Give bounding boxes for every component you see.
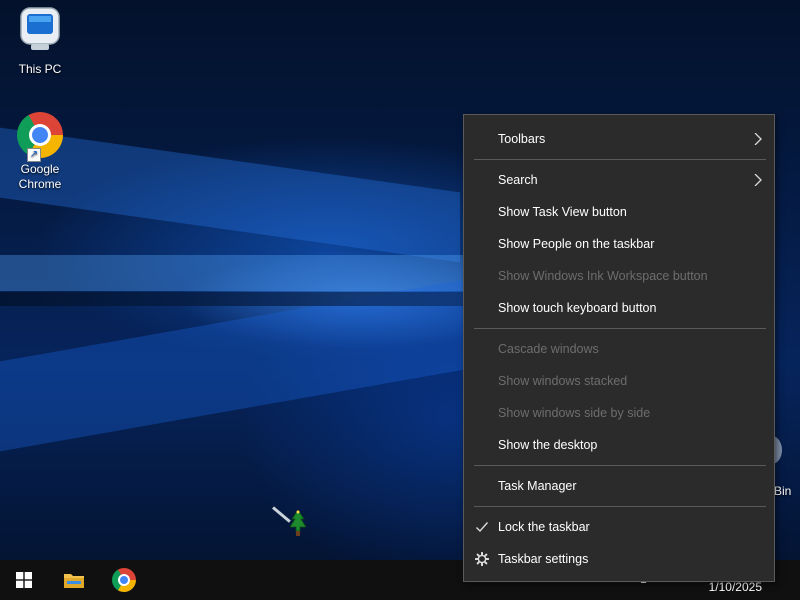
start-button[interactable] — [0, 560, 48, 600]
menu-item-task-manager[interactable]: Task Manager — [464, 471, 774, 501]
menu-item-label: Show Windows Ink Workspace button — [498, 269, 708, 283]
desktop-icon-google-chrome[interactable]: ↗ Google Chrome — [4, 112, 76, 192]
menu-item-label: Show the desktop — [498, 438, 598, 452]
chrome-icon — [112, 568, 136, 592]
menu-item-show-the-desktop[interactable]: Show the desktop — [464, 430, 774, 460]
menu-item-show-ink-workspace: Show Windows Ink Workspace button — [464, 261, 774, 291]
menu-separator — [474, 328, 766, 329]
menu-item-label: Taskbar settings — [498, 552, 589, 566]
gear-icon — [475, 552, 489, 566]
menu-item-show-people[interactable]: Show People on the taskbar — [464, 229, 774, 259]
menu-separator — [474, 506, 766, 507]
menu-separator — [474, 465, 766, 466]
taskbar-file-explorer-button[interactable] — [50, 560, 98, 600]
computer-icon — [20, 7, 60, 50]
menu-item-label: Show touch keyboard button — [498, 301, 657, 315]
menu-item-show-windows-side-by-side: Show windows side by side — [464, 398, 774, 428]
menu-item-lock-the-taskbar[interactable]: Lock the taskbar — [464, 512, 774, 542]
menu-item-label: Show windows side by side — [498, 406, 651, 420]
clock-date[interactable]: 1/10/2025 — [709, 580, 762, 594]
windows-logo-icon — [16, 572, 32, 588]
christmas-tree-cursor-icon — [290, 510, 306, 536]
wallpaper-light-beam — [0, 255, 470, 291]
taskbar-context-menu[interactable]: Toolbars Search Show Task View button Sh… — [463, 114, 775, 582]
shortcut-arrow-icon: ↗ — [27, 148, 41, 162]
desktop-icon-this-pc[interactable]: This PC — [4, 6, 76, 77]
menu-item-label: Search — [498, 173, 538, 187]
desktop-icon-label: Google Chrome — [18, 162, 62, 191]
chrome-icon: ↗ — [17, 112, 63, 162]
menu-item-label: Show Task View button — [498, 205, 627, 219]
menu-item-show-touch-keyboard[interactable]: Show touch keyboard button — [464, 293, 774, 323]
chevron-right-icon — [754, 133, 762, 145]
folder-icon — [64, 574, 84, 588]
menu-item-label: Show windows stacked — [498, 374, 628, 388]
desktop-icon-label: Bin — [774, 484, 792, 498]
menu-separator — [474, 159, 766, 160]
chevron-right-icon — [754, 174, 762, 186]
taskbar-chrome-button[interactable] — [100, 560, 148, 600]
desktop-icon-label: This PC — [18, 62, 62, 76]
menu-item-cascade-windows: Cascade windows — [464, 334, 774, 364]
menu-item-taskbar-settings[interactable]: Taskbar settings — [464, 544, 774, 574]
cursor-wand — [272, 506, 291, 523]
menu-item-label: Toolbars — [498, 132, 546, 146]
wallpaper-dark-streak — [0, 292, 470, 306]
menu-item-search[interactable]: Search — [464, 165, 774, 195]
menu-item-label: Cascade windows — [498, 342, 599, 356]
menu-item-show-task-view-button[interactable]: Show Task View button — [464, 197, 774, 227]
menu-item-toolbars[interactable]: Toolbars — [464, 124, 774, 154]
menu-item-label: Task Manager — [498, 479, 577, 493]
checkmark-icon — [476, 522, 489, 533]
menu-item-label: Lock the taskbar — [498, 520, 590, 534]
menu-item-label: Show People on the taskbar — [498, 237, 655, 251]
menu-item-show-windows-stacked: Show windows stacked — [464, 366, 774, 396]
